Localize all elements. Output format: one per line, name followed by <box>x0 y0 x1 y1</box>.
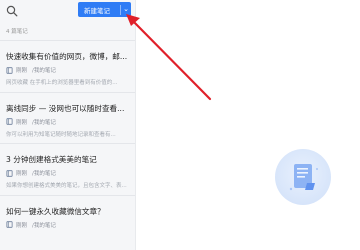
new-note-label[interactable]: 新建笔记 <box>78 5 120 15</box>
notebook-icon <box>6 66 13 74</box>
note-time: 刚刚 <box>16 68 28 74</box>
note-meta: 刚刚 /我的笔记 <box>6 221 56 229</box>
note-time: 刚刚 <box>16 222 28 229</box>
note-folder: /我的笔记 <box>32 68 56 74</box>
list-item[interactable]: 如何一键永久收藏微信文章？ 刚刚 /我的笔记 <box>0 194 135 247</box>
new-note-button[interactable]: 新建笔记 ⌄ <box>78 2 131 17</box>
note-count: 4 篇笔记 <box>6 29 28 35</box>
notebook-icon <box>6 118 13 125</box>
note-list: 快速收集有价值的网页，微博，邮... 刚刚 /我的笔记 网页收藏 在手机上的浏览… <box>0 40 135 246</box>
note-snippet: 网页收藏 在手机上的浏览器里看到有价值的... <box>6 80 118 86</box>
note-folder: /我的笔记 <box>32 222 56 229</box>
note-folder: /我的笔记 <box>32 119 56 126</box>
notebook-icon <box>6 221 13 228</box>
note-folder: /我的笔记 <box>32 171 56 177</box>
note-title: 快速收集有价值的网页，微博，邮... <box>6 52 128 61</box>
note-time: 刚刚 <box>16 119 28 126</box>
note-meta: 刚刚 /我的笔记 <box>6 66 56 74</box>
note-title: 3 分钟创建格式美美的笔记 <box>6 155 97 164</box>
note-meta: 刚刚 /我的笔记 <box>6 169 56 177</box>
list-item[interactable]: 快速收集有价值的网页，微博，邮... 刚刚 /我的笔记 网页收藏 在手机上的浏览… <box>0 40 135 92</box>
note-title: 如何一键永久收藏微信文章？ <box>6 206 105 216</box>
note-snippet: 你可以利用为知笔记随时随地记录和查看有... <box>6 131 116 138</box>
note-snippet: 如果你想创建格式美美的笔记，且包含文字、表... <box>6 183 127 189</box>
document-illustration-icon <box>275 149 331 205</box>
notebook-icon <box>6 169 13 177</box>
note-list-sidebar: 新建笔记 ⌄ 4 篇笔记 快速收集有价值的网页，微博，邮... 刚刚 /我的笔记… <box>0 0 136 250</box>
chevron-down-icon[interactable]: ⌄ <box>121 2 131 17</box>
note-time: 刚刚 <box>16 171 28 177</box>
note-meta: 刚刚 /我的笔记 <box>6 118 56 126</box>
note-title: 离线同步 — 没网也可以随时查看... <box>6 103 125 113</box>
list-item[interactable]: 3 分钟创建格式美美的笔记 刚刚 /我的笔记 如果你想创建格式美美的笔记，且包含… <box>0 143 135 195</box>
search-icon[interactable] <box>6 5 18 17</box>
list-item[interactable]: 离线同步 — 没网也可以随时查看... 刚刚 /我的笔记 你可以利用为知笔记随时… <box>0 91 135 144</box>
